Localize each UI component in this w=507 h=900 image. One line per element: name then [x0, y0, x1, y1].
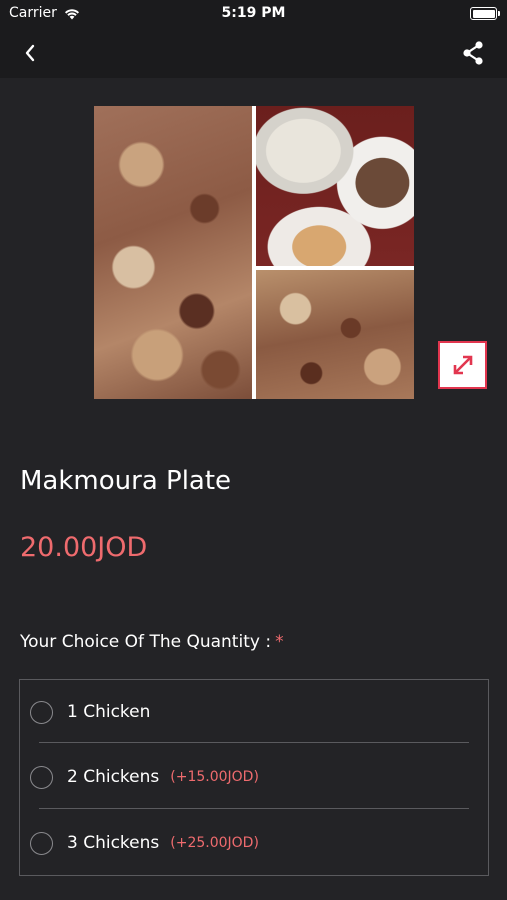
battery-icon	[470, 7, 500, 20]
option-label: 3 Chickens	[67, 833, 160, 853]
required-marker: *	[275, 632, 284, 652]
option-label: 1 Chicken	[67, 702, 151, 722]
product-image-gallery[interactable]	[94, 106, 414, 399]
status-bar: Carrier 5:19 PM	[0, 0, 507, 28]
share-icon	[463, 41, 483, 65]
chevron-left-icon	[25, 44, 35, 62]
option-price-extra: (+15.00JOD)	[170, 769, 259, 785]
product-photo-main	[94, 106, 252, 399]
quantity-options: 1 Chicken 2 Chickens (+15.00JOD) 3 Chick…	[19, 679, 489, 876]
radio-button[interactable]	[30, 700, 53, 724]
option-divider	[39, 808, 469, 809]
product-photo-sides	[256, 106, 414, 266]
share-button[interactable]	[457, 38, 489, 68]
quantity-choice-label: Your Choice Of The Quantity :	[20, 632, 272, 652]
nav-bar	[0, 28, 507, 78]
option-label: 2 Chickens	[67, 767, 160, 787]
product-photo-closeup	[256, 270, 414, 399]
product-title: Makmoura Plate	[20, 466, 232, 496]
option-divider	[39, 742, 469, 743]
option-3-chickens[interactable]: 3 Chickens (+25.00JOD)	[20, 811, 487, 875]
quantity-choice-heading: Your Choice Of The Quantity : *	[20, 632, 284, 652]
expand-image-button[interactable]	[438, 341, 487, 389]
option-price-extra: (+25.00JOD)	[170, 835, 259, 851]
product-price: 20.00JOD	[20, 532, 148, 563]
radio-button[interactable]	[30, 831, 53, 855]
status-time: 5:19 PM	[221, 5, 286, 21]
back-button[interactable]	[14, 38, 46, 68]
expand-arrows-icon	[453, 355, 472, 375]
radio-button[interactable]	[30, 765, 53, 789]
option-2-chickens[interactable]: 2 Chickens (+15.00JOD)	[20, 745, 487, 809]
option-1-chicken[interactable]: 1 Chicken	[20, 680, 487, 744]
